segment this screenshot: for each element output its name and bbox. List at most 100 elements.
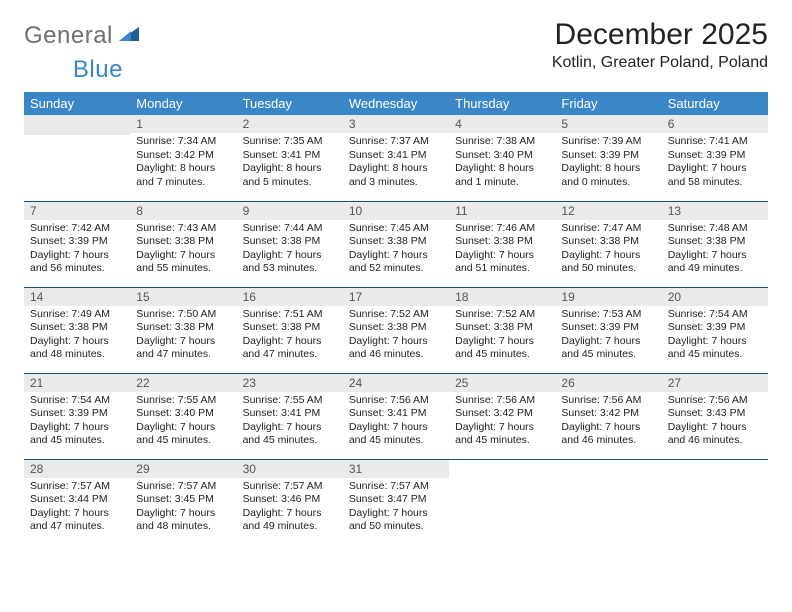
sunset-line: Sunset: 3:46 PM: [243, 493, 337, 507]
day-details: Sunrise: 7:34 AMSunset: 3:42 PMDaylight:…: [130, 133, 236, 194]
weekday-header: Tuesday: [237, 92, 343, 115]
sunrise-line: Sunrise: 7:35 AM: [243, 135, 337, 149]
day-cell: 26Sunrise: 7:56 AMSunset: 3:42 PMDayligh…: [555, 373, 661, 459]
sunset-line: Sunset: 3:41 PM: [349, 407, 443, 421]
daylight-line: Daylight: 7 hours and 51 minutes.: [455, 249, 549, 276]
day-number: 29: [130, 460, 236, 478]
daylight-line: Daylight: 7 hours and 47 minutes.: [136, 335, 230, 362]
sail-icon: [117, 23, 141, 50]
sunrise-line: Sunrise: 7:55 AM: [243, 394, 337, 408]
empty-daynum: [24, 115, 130, 135]
sunset-line: Sunset: 3:42 PM: [136, 149, 230, 163]
daylight-line: Daylight: 7 hours and 58 minutes.: [668, 162, 762, 189]
day-cell: 8Sunrise: 7:43 AMSunset: 3:38 PMDaylight…: [130, 201, 236, 287]
sunrise-line: Sunrise: 7:42 AM: [30, 222, 124, 236]
day-cell: 3Sunrise: 7:37 AMSunset: 3:41 PMDaylight…: [343, 115, 449, 201]
day-cell: 4Sunrise: 7:38 AMSunset: 3:40 PMDaylight…: [449, 115, 555, 201]
daylight-line: Daylight: 7 hours and 53 minutes.: [243, 249, 337, 276]
day-number: 14: [24, 288, 130, 306]
day-details: Sunrise: 7:43 AMSunset: 3:38 PMDaylight:…: [130, 220, 236, 281]
sunrise-line: Sunrise: 7:45 AM: [349, 222, 443, 236]
day-cell: 23Sunrise: 7:55 AMSunset: 3:41 PMDayligh…: [237, 373, 343, 459]
sunrise-line: Sunrise: 7:55 AM: [136, 394, 230, 408]
sunset-line: Sunset: 3:45 PM: [136, 493, 230, 507]
empty-cell: [24, 115, 130, 201]
sunset-line: Sunset: 3:38 PM: [349, 235, 443, 249]
daylight-line: Daylight: 7 hours and 46 minutes.: [668, 421, 762, 448]
daylight-line: Daylight: 7 hours and 45 minutes.: [455, 421, 549, 448]
day-number: 9: [237, 202, 343, 220]
day-number: 8: [130, 202, 236, 220]
day-cell: 12Sunrise: 7:47 AMSunset: 3:38 PMDayligh…: [555, 201, 661, 287]
day-number: 19: [555, 288, 661, 306]
day-cell: 25Sunrise: 7:56 AMSunset: 3:42 PMDayligh…: [449, 373, 555, 459]
day-details: Sunrise: 7:52 AMSunset: 3:38 PMDaylight:…: [343, 306, 449, 367]
sunrise-line: Sunrise: 7:52 AM: [455, 308, 549, 322]
calendar-row: 28Sunrise: 7:57 AMSunset: 3:44 PMDayligh…: [24, 459, 768, 545]
empty-cell: [555, 459, 661, 545]
daylight-line: Daylight: 7 hours and 50 minutes.: [561, 249, 655, 276]
sunrise-line: Sunrise: 7:54 AM: [30, 394, 124, 408]
sunset-line: Sunset: 3:40 PM: [136, 407, 230, 421]
day-number: 23: [237, 374, 343, 392]
sunrise-line: Sunrise: 7:49 AM: [30, 308, 124, 322]
sunrise-line: Sunrise: 7:41 AM: [668, 135, 762, 149]
day-details: Sunrise: 7:57 AMSunset: 3:45 PMDaylight:…: [130, 478, 236, 539]
day-number: 20: [662, 288, 768, 306]
sunset-line: Sunset: 3:38 PM: [243, 321, 337, 335]
day-details: Sunrise: 7:42 AMSunset: 3:39 PMDaylight:…: [24, 220, 130, 281]
day-details: Sunrise: 7:56 AMSunset: 3:42 PMDaylight:…: [555, 392, 661, 453]
sunset-line: Sunset: 3:43 PM: [668, 407, 762, 421]
day-details: Sunrise: 7:38 AMSunset: 3:40 PMDaylight:…: [449, 133, 555, 194]
daylight-line: Daylight: 8 hours and 7 minutes.: [136, 162, 230, 189]
day-details: Sunrise: 7:57 AMSunset: 3:47 PMDaylight:…: [343, 478, 449, 539]
empty-cell: [662, 459, 768, 545]
day-cell: 2Sunrise: 7:35 AMSunset: 3:41 PMDaylight…: [237, 115, 343, 201]
sunrise-line: Sunrise: 7:48 AM: [668, 222, 762, 236]
daylight-line: Daylight: 7 hours and 45 minutes.: [30, 421, 124, 448]
sunrise-line: Sunrise: 7:57 AM: [349, 480, 443, 494]
day-number: 6: [662, 115, 768, 133]
daylight-line: Daylight: 7 hours and 56 minutes.: [30, 249, 124, 276]
weekday-header: Thursday: [449, 92, 555, 115]
calendar-table: Sunday Monday Tuesday Wednesday Thursday…: [24, 92, 768, 545]
sunrise-line: Sunrise: 7:34 AM: [136, 135, 230, 149]
daylight-line: Daylight: 8 hours and 3 minutes.: [349, 162, 443, 189]
day-number: 27: [662, 374, 768, 392]
sunset-line: Sunset: 3:38 PM: [668, 235, 762, 249]
day-details: Sunrise: 7:39 AMSunset: 3:39 PMDaylight:…: [555, 133, 661, 194]
sunrise-line: Sunrise: 7:46 AM: [455, 222, 549, 236]
day-details: Sunrise: 7:56 AMSunset: 3:41 PMDaylight:…: [343, 392, 449, 453]
day-details: Sunrise: 7:45 AMSunset: 3:38 PMDaylight:…: [343, 220, 449, 281]
day-number: 31: [343, 460, 449, 478]
day-cell: 6Sunrise: 7:41 AMSunset: 3:39 PMDaylight…: [662, 115, 768, 201]
day-details: Sunrise: 7:52 AMSunset: 3:38 PMDaylight:…: [449, 306, 555, 367]
day-cell: 13Sunrise: 7:48 AMSunset: 3:38 PMDayligh…: [662, 201, 768, 287]
weekday-header: Friday: [555, 92, 661, 115]
day-number: 5: [555, 115, 661, 133]
daylight-line: Daylight: 7 hours and 47 minutes.: [243, 335, 337, 362]
sunrise-line: Sunrise: 7:37 AM: [349, 135, 443, 149]
day-cell: 21Sunrise: 7:54 AMSunset: 3:39 PMDayligh…: [24, 373, 130, 459]
weekday-header: Sunday: [24, 92, 130, 115]
sunrise-line: Sunrise: 7:56 AM: [668, 394, 762, 408]
day-details: Sunrise: 7:56 AMSunset: 3:43 PMDaylight:…: [662, 392, 768, 453]
day-details: Sunrise: 7:55 AMSunset: 3:41 PMDaylight:…: [237, 392, 343, 453]
sunset-line: Sunset: 3:41 PM: [349, 149, 443, 163]
day-details: Sunrise: 7:51 AMSunset: 3:38 PMDaylight:…: [237, 306, 343, 367]
day-details: Sunrise: 7:37 AMSunset: 3:41 PMDaylight:…: [343, 133, 449, 194]
daylight-line: Daylight: 7 hours and 47 minutes.: [30, 507, 124, 534]
sunrise-line: Sunrise: 7:43 AM: [136, 222, 230, 236]
sunset-line: Sunset: 3:42 PM: [455, 407, 549, 421]
sunrise-line: Sunrise: 7:57 AM: [243, 480, 337, 494]
day-cell: 9Sunrise: 7:44 AMSunset: 3:38 PMDaylight…: [237, 201, 343, 287]
day-details: Sunrise: 7:57 AMSunset: 3:44 PMDaylight:…: [24, 478, 130, 539]
day-number: 22: [130, 374, 236, 392]
calendar-row: 1Sunrise: 7:34 AMSunset: 3:42 PMDaylight…: [24, 115, 768, 201]
day-cell: 18Sunrise: 7:52 AMSunset: 3:38 PMDayligh…: [449, 287, 555, 373]
day-details: Sunrise: 7:55 AMSunset: 3:40 PMDaylight:…: [130, 392, 236, 453]
sunrise-line: Sunrise: 7:57 AM: [30, 480, 124, 494]
weekday-header-row: Sunday Monday Tuesday Wednesday Thursday…: [24, 92, 768, 115]
day-cell: 17Sunrise: 7:52 AMSunset: 3:38 PMDayligh…: [343, 287, 449, 373]
day-number: 26: [555, 374, 661, 392]
